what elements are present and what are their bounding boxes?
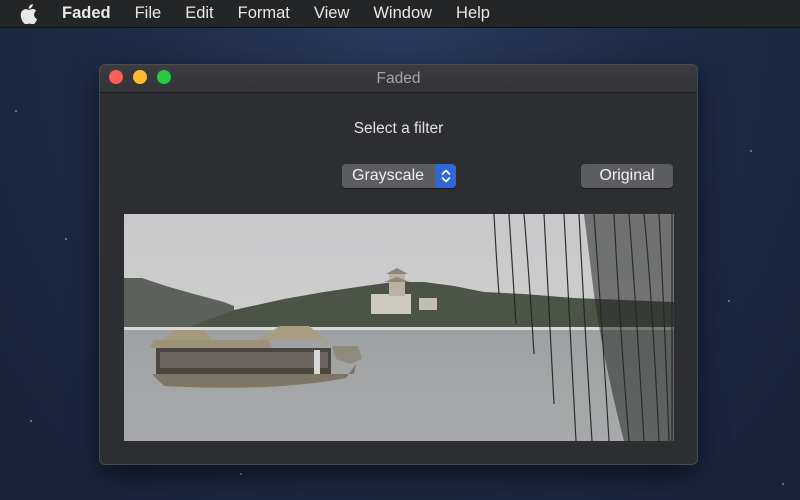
menu-bar: Faded File Edit Format View Window Help — [0, 0, 800, 28]
menu-item-window[interactable]: Window — [373, 4, 432, 23]
window-title: Faded — [376, 69, 421, 87]
apple-logo-icon[interactable] — [20, 3, 40, 24]
app-window: Faded Select a filter Grayscale Original — [99, 64, 698, 465]
minimize-button[interactable] — [133, 70, 147, 84]
filter-selected-value: Grayscale — [352, 167, 425, 184]
filter-prompt-label: Select a filter — [353, 120, 444, 137]
filtered-image-view — [124, 214, 674, 441]
menu-item-help[interactable]: Help — [456, 4, 490, 23]
photo-image — [124, 214, 674, 441]
shoreline — [124, 327, 674, 330]
original-button[interactable]: Original — [581, 164, 673, 188]
close-button[interactable] — [109, 70, 123, 84]
zoom-button[interactable] — [157, 70, 171, 84]
menu-item-format[interactable]: Format — [238, 4, 290, 23]
filter-popup-button[interactable]: Grayscale — [342, 164, 456, 188]
title-bar[interactable]: Faded — [100, 65, 697, 93]
menu-item-app[interactable]: Faded — [62, 4, 111, 23]
menu-item-file[interactable]: File — [135, 4, 162, 23]
menu-item-view[interactable]: View — [314, 4, 349, 23]
menu-item-edit[interactable]: Edit — [185, 4, 213, 23]
window-controls — [109, 70, 171, 84]
chevron-up-down-icon — [435, 164, 456, 188]
